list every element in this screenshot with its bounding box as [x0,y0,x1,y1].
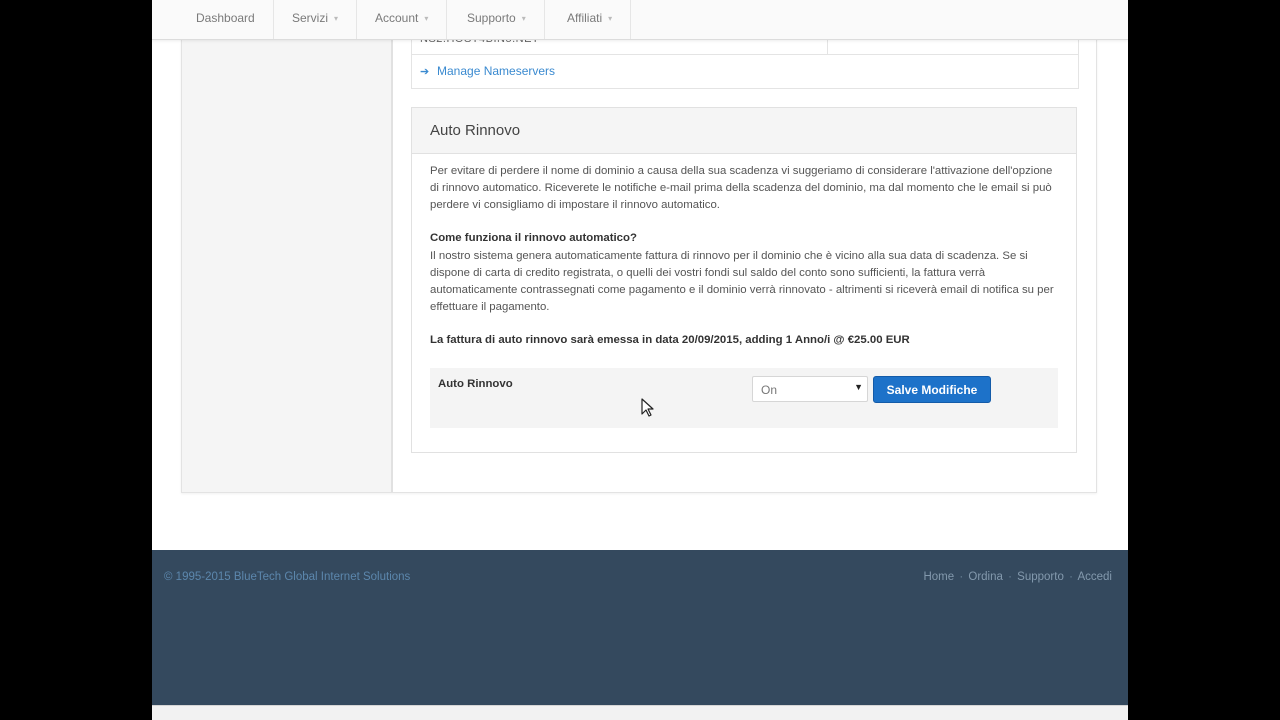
separator: · [1008,571,1012,583]
browser-viewport: Dashboard Servizi ▾ Account ▾ Supporto ▾ Af… [152,0,1128,720]
nav-account[interactable]: Account ▾ [361,0,448,39]
caret-down-icon: ▾ [334,14,339,23]
nav-label: Affiliati [567,11,603,25]
top-navigation: Dashboard Servizi ▾ Account ▾ Supporto ▾ Af… [152,0,1128,40]
caret-down-icon: ▾ [424,14,429,23]
footer: © 1995-2015 BlueTech Global Internet Sol… [152,550,1128,705]
auto-renew-card: Auto Rinnovo Per evitare di perdere il n… [411,107,1077,453]
howto-heading: Come funziona il rinnovo automatico? [430,232,637,244]
intro-text: Per evitare di perdere il nome di domini… [430,165,1053,211]
auto-renew-label: Auto Rinnovo [438,378,513,390]
footer-link-home[interactable]: Home [923,571,954,583]
copyright-text: © 1995-2015 BlueTech Global Internet Sol… [164,571,411,583]
nav-label: Servizi [292,11,329,25]
footer-link-supporto[interactable]: Supporto [1017,571,1064,583]
caret-down-icon: ▾ [608,14,613,23]
nav-servizi[interactable]: Servizi ▾ [278,0,358,39]
chevron-down-icon: ▼ [854,382,863,392]
separator: · [959,571,964,583]
card-title: Auto Rinnovo [430,122,521,139]
nav-supporto[interactable]: Supporto ▾ [453,0,545,39]
footer-links: Home · Ordina · Supporto · Accedi [923,571,1112,583]
sidebar [182,0,393,492]
caret-down-icon: ▾ [521,14,526,23]
separator: · [1069,571,1073,583]
nav-affiliati[interactable]: Affiliati ▾ [553,0,632,39]
arrow-right-icon: ➔ [420,66,430,78]
manage-nameservers-link[interactable]: ➔ Manage Nameservers [420,64,555,78]
manage-nameservers-label: Manage Nameservers [437,64,556,78]
card-header: Auto Rinnovo [412,108,1076,154]
howto-text: Il nostro sistema genera automaticamente… [430,250,1054,313]
mouse-cursor-icon [641,398,654,417]
footer-link-ordina[interactable]: Ordina [968,571,1003,583]
nav-label: Supporto [467,11,516,25]
nav-dashboard[interactable]: Dashboard [182,0,274,39]
auto-renew-select[interactable]: On ▼ [752,376,868,402]
auto-renew-form: Auto Rinnovo On ▼ Salve Modifiche [430,368,1058,428]
bottom-bar [152,705,1128,720]
renewal-summary: La fattura di auto rinnovo sarà emessa i… [430,334,910,346]
nav-label: Account [375,11,419,25]
nav-label: Dashboard [196,11,255,25]
footer-link-accedi[interactable]: Accedi [1077,571,1112,583]
main-panel: NS2.HOST4BIN5.NET ➔Manage Nameservers Au… [181,0,1097,493]
save-changes-button[interactable]: Salve Modifiche [873,376,991,403]
select-value: On [761,383,778,397]
